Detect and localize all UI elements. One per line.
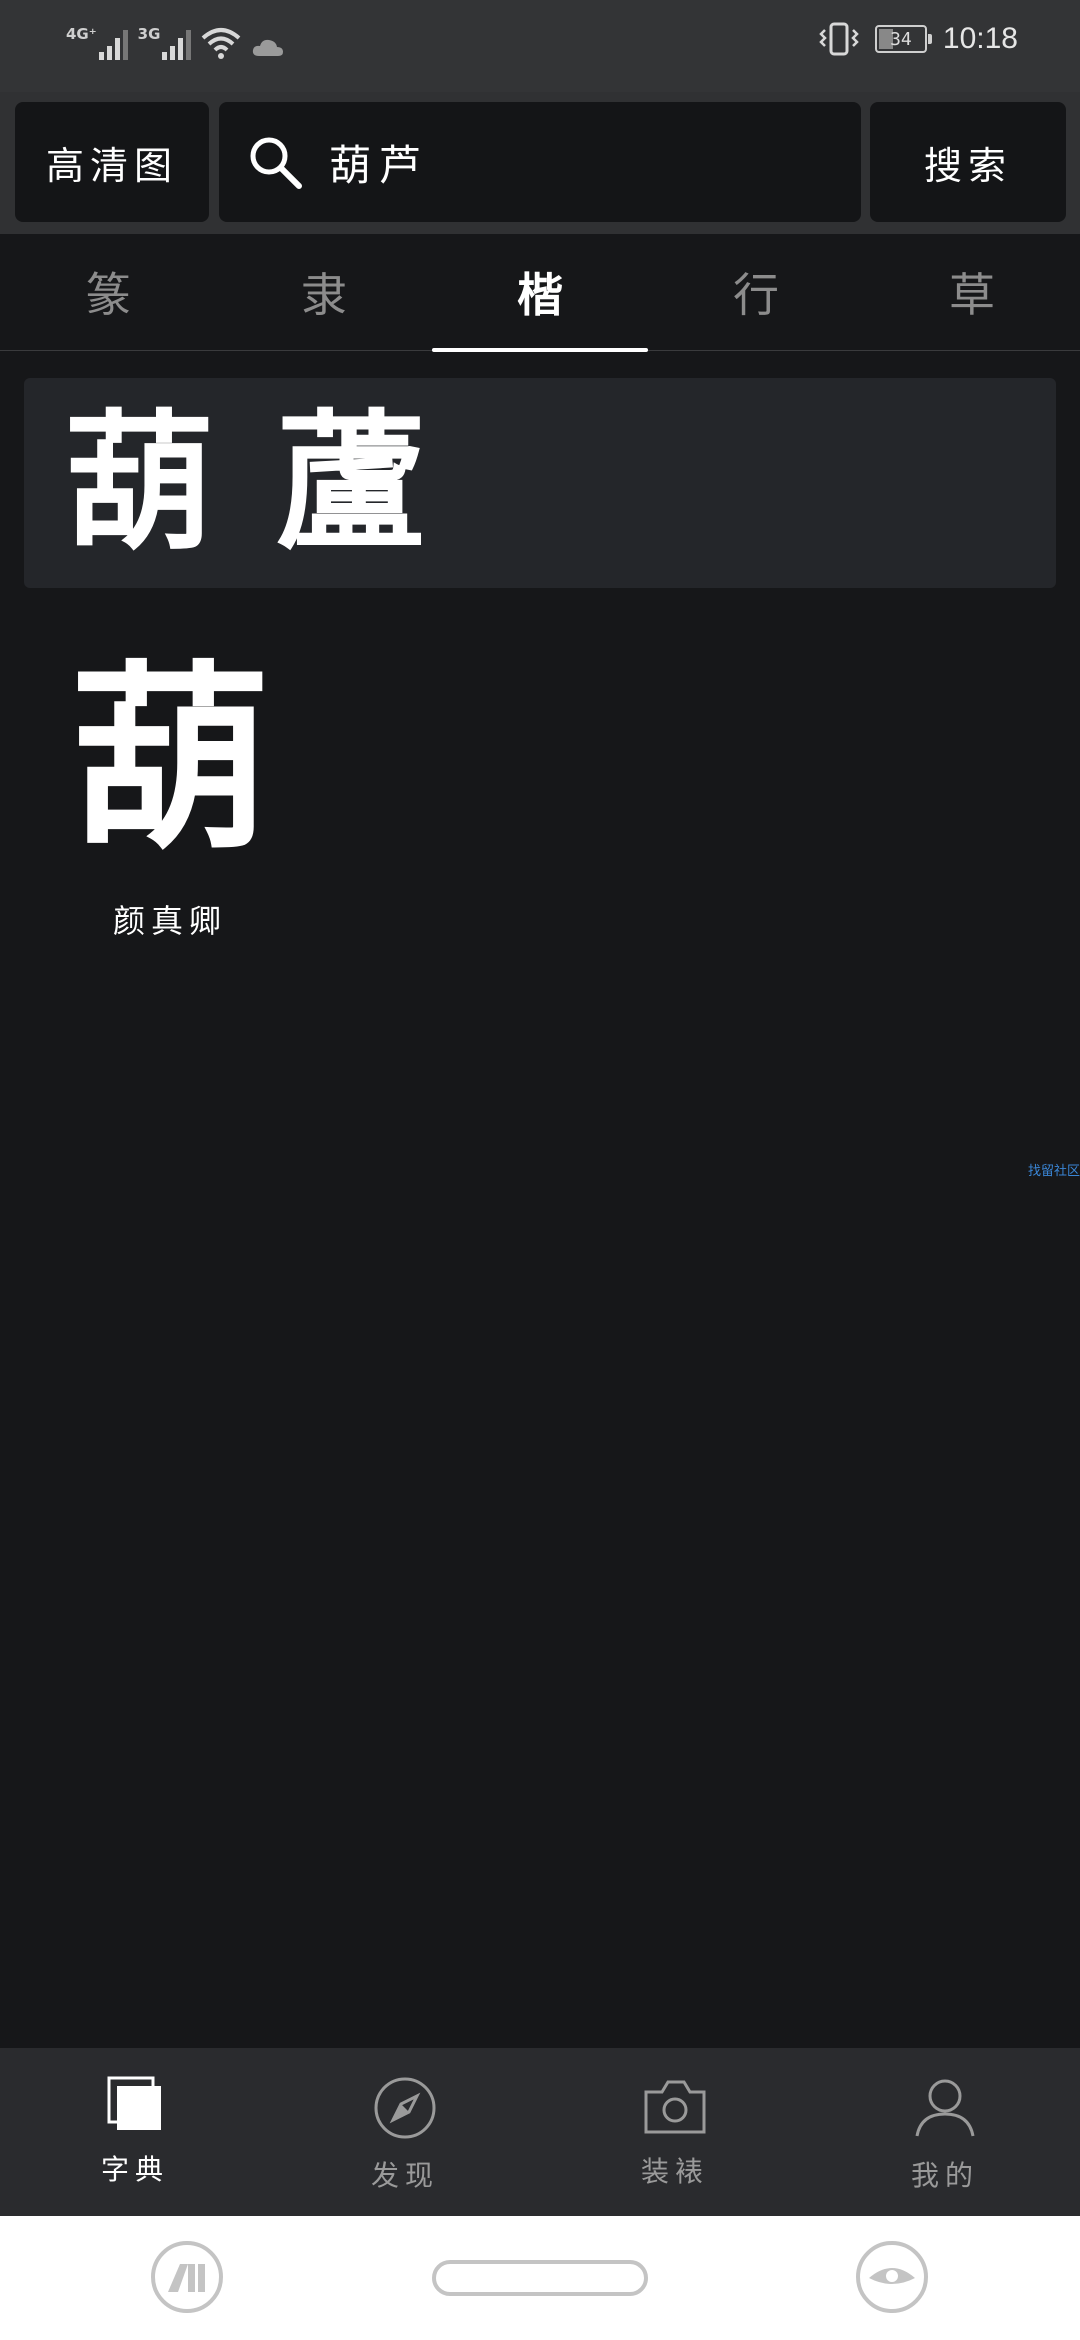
script-style-tabs: 篆 隶 楷 行 草: [0, 234, 1080, 352]
side-link[interactable]: 找留社区: [1028, 1160, 1080, 1179]
compass-icon: [374, 2077, 436, 2139]
glyph-card[interactable]: 葫 颜真卿: [60, 650, 280, 942]
search-input[interactable]: [327, 136, 851, 188]
hd-image-button[interactable]: 高清图: [15, 102, 209, 222]
signal-3g: 3G: [138, 24, 192, 60]
glyph-author: 颜真卿: [112, 902, 227, 940]
home-pill-icon: [432, 2260, 648, 2296]
nav-mount[interactable]: 装裱: [540, 2048, 810, 2216]
sys-eye-button[interactable]: [855, 2240, 929, 2318]
sys-home-button[interactable]: [432, 2260, 648, 2300]
sys-app-button[interactable]: [150, 2240, 224, 2318]
tab-cursive[interactable]: 草: [864, 234, 1080, 350]
network-label: 4G⁺: [66, 25, 97, 43]
user-icon: [915, 2079, 975, 2137]
dictionary-icon: [107, 2076, 161, 2130]
tab-regular[interactable]: 楷: [432, 234, 648, 352]
signal-bars-icon: [162, 24, 192, 60]
cloud-icon: [253, 39, 284, 56]
signal-group: 4G⁺ 3G: [66, 24, 285, 60]
result-char[interactable]: 葫: [64, 408, 214, 558]
nav-dictionary[interactable]: 字典: [0, 2048, 270, 2216]
network-label: 3G: [137, 25, 161, 43]
app-logo-icon: [151, 2241, 223, 2313]
battery-icon: 34: [874, 25, 932, 53]
nav-profile[interactable]: 我的: [810, 2048, 1080, 2216]
status-bar: 4G⁺ 3G 34 10:18: [0, 0, 1080, 92]
status-right: 34 10:18: [819, 22, 1018, 56]
search-header: 高清图 搜索: [0, 92, 1080, 234]
search-icon: [250, 137, 302, 189]
system-nav-bar: [0, 2216, 1080, 2340]
signal-4g: 4G⁺: [66, 24, 128, 60]
signal-bars-icon: [98, 24, 128, 60]
vibrate-icon: [819, 22, 859, 56]
result-char[interactable]: 蘆: [276, 408, 426, 558]
nav-label: 装裱: [640, 2155, 709, 2188]
tab-running[interactable]: 行: [648, 234, 864, 350]
glyph-image: 葫: [69, 642, 270, 877]
search-button[interactable]: 搜索: [870, 102, 1066, 222]
nav-label: 字典: [100, 2153, 169, 2186]
result-chars-bar: 葫 蘆: [24, 378, 1056, 588]
nav-label: 我的: [910, 2159, 979, 2192]
camera-icon: [644, 2080, 706, 2134]
eye-icon: [856, 2241, 928, 2313]
tab-clerical[interactable]: 隶: [216, 234, 432, 350]
clock: 10:18: [942, 22, 1018, 55]
battery-level: 34: [890, 28, 912, 50]
nav-label: 发现: [370, 2159, 439, 2192]
nav-discover[interactable]: 发现: [270, 2048, 540, 2216]
search-box[interactable]: [219, 102, 861, 222]
tab-seal[interactable]: 篆: [0, 234, 216, 350]
wifi-icon: [202, 28, 241, 59]
bottom-nav: 字典 发现 装裱 我的: [0, 2048, 1080, 2216]
